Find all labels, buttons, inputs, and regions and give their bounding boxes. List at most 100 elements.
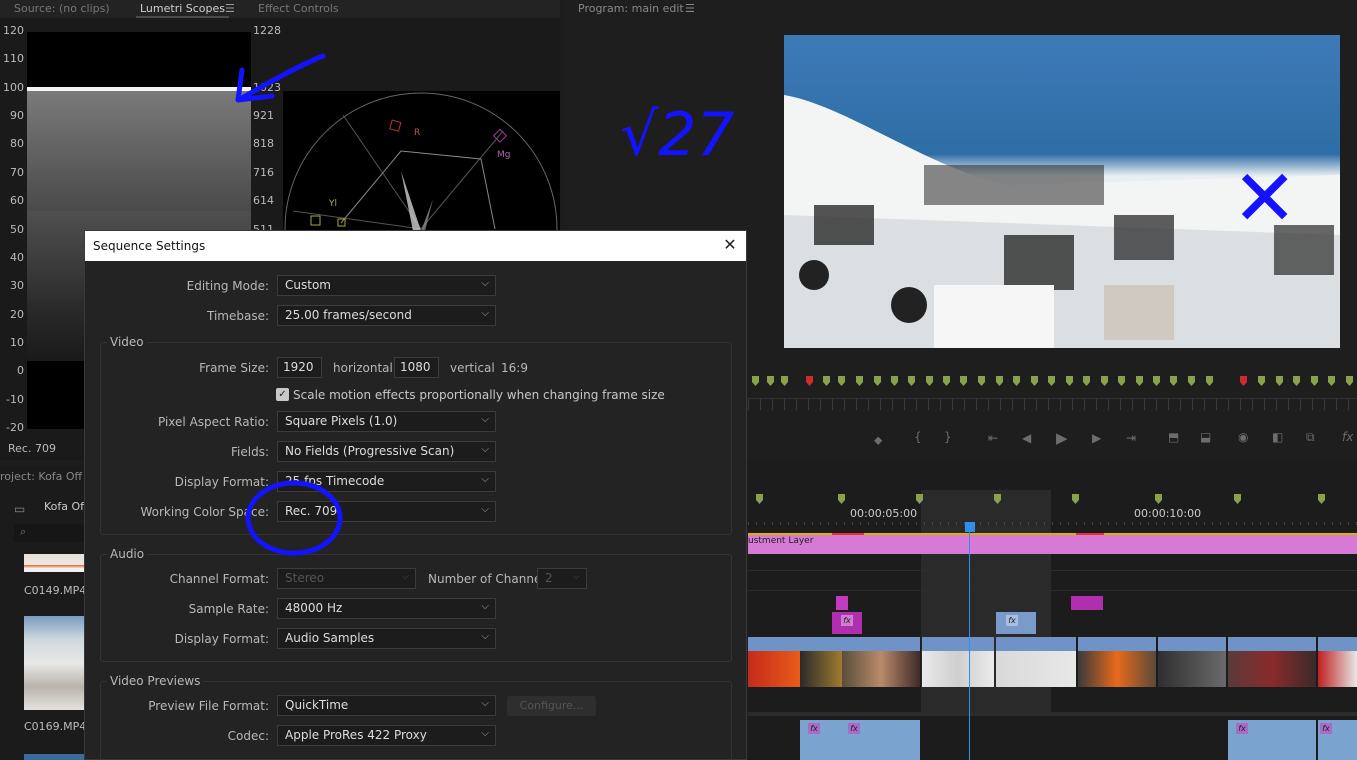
panel-menu-icon[interactable]: ☰ [685,2,695,15]
audio-clip[interactable]: fx [1228,720,1316,760]
timecode-label: 00:00:05:00 [850,507,918,520]
extract-icon[interactable]: ⬓ [1200,430,1211,444]
bin-name[interactable]: Kofa Off [44,500,88,513]
timeline-clip[interactable]: fx [800,637,842,687]
add-marker-icon[interactable]: ⬥ [874,433,882,448]
scale-motion-label: Scale motion effects proportionally when… [293,388,665,402]
clip-label: C0032.MP4 [V] [1250,638,1314,649]
timeline-clip[interactable] [836,596,848,610]
clip-label: C0006.M [1180,638,1225,649]
scopes-tabbar: Source: (no clips) Lumetri Scopes ☰ Effe… [0,0,560,18]
chevron-down-icon: ⌵ [481,414,489,425]
go-to-out-icon[interactable]: ⇥ [1126,431,1136,445]
clip-thumbnail[interactable] [24,754,84,760]
timeline-clip[interactable]: fx [996,612,1036,634]
waveform-axis-label: 100 [3,81,24,94]
timeline-clip[interactable]: fxC0032.MP4 [V] [1228,637,1316,687]
audio-clip[interactable]: fx [1318,720,1357,760]
codec-label: Codec: [227,729,269,743]
audio-display-format-label: Display Format: [174,632,269,646]
chevron-down-icon: ⌵ [481,601,489,612]
timeline-clip[interactable]: fx C0006.M [1158,637,1226,687]
timeline-clip[interactable]: fx C0146.MP4 [996,637,1076,687]
comparison-view-icon[interactable]: ◧ [1272,430,1283,444]
go-to-in-icon[interactable]: ⇤ [988,431,998,445]
lift-icon[interactable]: ⬒ [1168,430,1179,444]
audio-clip[interactable]: fx [842,720,920,760]
timeline-clip[interactable]: fx C0215.M [922,637,994,687]
project-title[interactable]: roject: Kofa Off R [0,470,93,483]
annotation-arrow [235,53,326,103]
multicam-icon[interactable]: ⧉ [1306,430,1315,445]
fields-label: Fields: [231,445,269,459]
fx-icon[interactable]: fx [1342,430,1353,444]
close-button[interactable]: ✕ [720,235,740,255]
playhead-line[interactable] [969,524,970,760]
mark-out-icon[interactable]: } [944,430,952,444]
audio-display-format-value: Audio Samples [285,631,375,645]
waveform-axis-label: -10 [6,393,24,406]
camera-icon[interactable]: ◉ [1238,430,1248,444]
tab-program[interactable]: Program: main edit [578,2,684,15]
clip-label: C0146.MP4 [1018,638,1075,649]
play-icon[interactable]: ▶ [1056,429,1068,447]
color-space-label[interactable]: Rec. 709 [8,442,56,455]
clip-label: C0 [1340,638,1354,649]
fields-select[interactable]: No Fields (Progressive Scan) ⌵ [277,441,496,462]
scale-motion-checkbox[interactable]: ✓ [276,388,289,401]
clip-thumbnail[interactable] [24,616,84,710]
timeline-clip[interactable] [1071,596,1103,610]
clip-name[interactable]: C0149.MP4 [24,584,86,597]
waveform-axis-label: 120 [3,24,24,37]
horizontal-label: horizontal [333,361,393,375]
audio-section-title: Audio [107,547,148,561]
frame-width-input[interactable]: 1920 [277,357,322,378]
pixel-aspect-value: Square Pixels (1.0) [285,414,398,428]
preview-file-format-select[interactable]: QuickTime ⌵ [277,695,496,716]
clip-thumbnail[interactable] [24,554,84,572]
step-back-icon[interactable]: ◀ [1022,431,1031,445]
editing-mode-select[interactable]: Custom ⌵ [277,275,496,296]
timeline-clip[interactable]: fx C0 [1318,637,1357,687]
chevron-down-icon: ⌵ [481,504,489,515]
audio-display-format-select[interactable]: Audio Samples ⌵ [277,628,496,649]
adjustment-layer-clip[interactable]: ustment Layer [748,533,1357,554]
chevron-down-icon: ⌵ [481,278,489,289]
waveform-axis-label: 40 [10,251,24,264]
codec-select[interactable]: Apple ProRes 422 Proxy ⌵ [277,725,496,746]
dialog-titlebar: Sequence Settings ✕ [85,231,746,261]
tab-effect-controls[interactable]: Effect Controls [258,2,339,15]
time-ruler[interactable] [748,398,1357,410]
search-input[interactable]: ⌕ [14,524,84,542]
frame-height-input[interactable]: 1080 [394,357,439,378]
timeline-ruler[interactable] [748,522,1357,525]
sample-rate-select[interactable]: 48000 Hz ⌵ [277,598,496,619]
program-marker-row [748,373,1357,389]
panel-menu-icon[interactable]: ☰ [225,2,235,15]
tab-lumetri-scopes[interactable]: Lumetri Scopes [135,2,230,18]
timeline-clip[interactable]: fx C0142.MP4 [1078,637,1156,687]
vertical-label: vertical [450,361,495,375]
vectorscope-red-label: R [414,128,421,138]
step-forward-icon[interactable]: ▶ [1092,431,1101,445]
timebase-select[interactable]: 25.00 frames/second ⌵ [277,305,496,326]
timeline-clip[interactable]: fx [748,637,800,687]
dialog-title: Sequence Settings [93,239,206,253]
timeline-clip[interactable]: fx [832,612,862,634]
timeline-clip[interactable]: fx C0219.MP4 [842,637,920,687]
aspect-ratio-label: 16:9 [501,361,528,375]
waveform-axis-label: 20 [10,308,24,321]
chevron-down-icon: ⌵ [481,474,489,485]
waveform-right-axis-label: 614 [253,194,274,207]
mark-in-icon[interactable]: { [914,430,922,444]
vectorscope-magenta-label: Mg [497,150,511,160]
clip-name[interactable]: C0169.MP4 [24,720,86,733]
channel-format-value: Stereo [285,571,325,585]
playhead-handle[interactable] [965,522,975,532]
pixel-aspect-select[interactable]: Square Pixels (1.0) ⌵ [277,411,496,432]
tab-source[interactable]: Source: (no clips) [14,2,110,15]
channel-format-label: Channel Format: [169,572,269,586]
audio-clip[interactable]: fx [800,720,842,760]
clip-label: C0219.MP4 [864,638,920,649]
clip-label: C0142.MP4 [1100,638,1156,649]
